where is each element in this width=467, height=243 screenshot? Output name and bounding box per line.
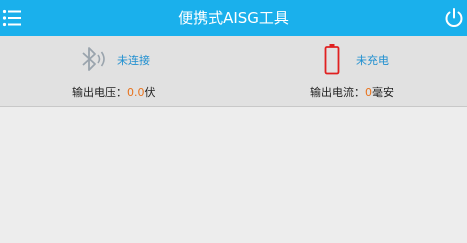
charge-status: 未充电 bbox=[356, 54, 389, 67]
power-icon bbox=[445, 8, 463, 27]
current-value: 0 bbox=[365, 86, 372, 99]
main-content-area bbox=[0, 107, 467, 243]
current-unit: 毫安 bbox=[372, 86, 394, 99]
status-panel: 未连接 未充电 输出电压：0.0伏 输出电流：0毫安 bbox=[0, 36, 467, 107]
output-voltage: 输出电压：0.0伏 bbox=[72, 84, 156, 100]
top-bar: 便携式AISG工具 bbox=[0, 0, 467, 36]
voltage-unit: 伏 bbox=[144, 86, 156, 99]
power-button[interactable] bbox=[443, 7, 465, 29]
app-title: 便携式AISG工具 bbox=[178, 9, 289, 27]
output-current: 输出电流：0毫安 bbox=[310, 84, 394, 100]
bluetooth-icon bbox=[82, 47, 105, 71]
voltage-value: 0.0 bbox=[127, 86, 145, 99]
voltage-label: 输出电压： bbox=[72, 86, 127, 99]
connection-status: 未连接 bbox=[117, 54, 150, 67]
current-label: 输出电流： bbox=[310, 86, 365, 99]
battery-icon bbox=[324, 44, 340, 75]
